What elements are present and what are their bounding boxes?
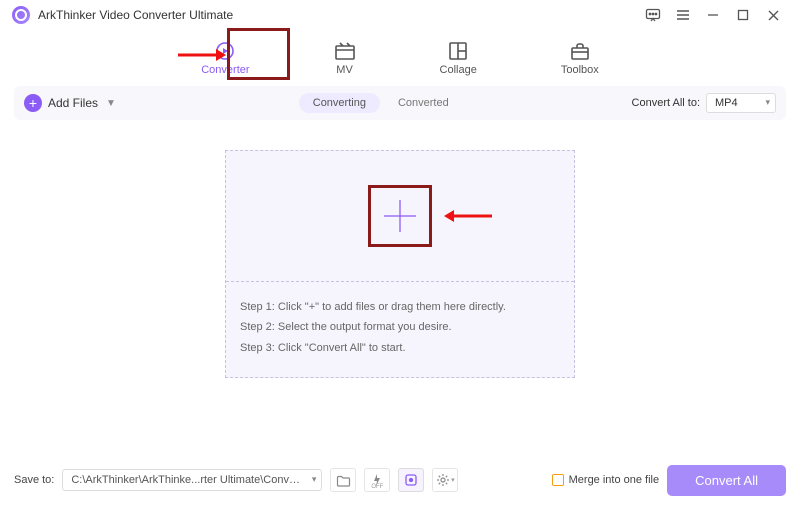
annotation-arrow-icon — [178, 48, 226, 67]
maximize-button[interactable] — [728, 0, 758, 30]
dropzone-upper — [226, 151, 574, 281]
status-tabs: Converting Converted — [299, 93, 449, 113]
dropzone[interactable]: Step 1: Click "+" to add files or drag t… — [225, 150, 575, 378]
checkbox-icon — [552, 474, 564, 486]
nav-mv[interactable]: MV — [322, 35, 368, 82]
app-title: ArkThinker Video Converter Ultimate — [38, 8, 233, 22]
add-files-plus[interactable] — [370, 186, 430, 246]
collage-icon — [447, 41, 469, 61]
save-path-dropdown[interactable]: C:\ArkThinker\ArkThinke...rter Ultimate\… — [62, 469, 322, 491]
step-text: Step 1: Click "+" to add files or drag t… — [240, 300, 560, 314]
footer: Save to: C:\ArkThinker\ArkThinke...rter … — [0, 453, 800, 507]
settings-button[interactable]: ▾ — [432, 468, 458, 492]
add-files-button[interactable]: + Add Files ▼ — [24, 94, 116, 112]
minimize-button[interactable] — [698, 0, 728, 30]
save-to-label: Save to: — [14, 474, 54, 486]
toolbox-icon — [569, 41, 591, 61]
merge-label: Merge into one file — [569, 474, 660, 486]
close-button[interactable] — [758, 0, 788, 30]
tab-converting[interactable]: Converting — [299, 93, 380, 113]
tab-converted[interactable]: Converted — [398, 97, 449, 109]
open-folder-button[interactable] — [330, 468, 356, 492]
hw-accel-button[interactable]: OFF — [364, 468, 390, 492]
chevron-down-icon: ▼ — [106, 98, 116, 109]
nav-toolbox[interactable]: Toolbox — [549, 35, 611, 82]
feedback-icon[interactable] — [638, 0, 668, 30]
annotation-arrow-icon — [444, 209, 492, 228]
nav-label: MV — [336, 64, 353, 76]
step-text: Step 3: Click "Convert All" to start. — [240, 341, 560, 355]
nav-label: Collage — [440, 64, 477, 76]
convert-all-to: Convert All to: MP4 — [632, 93, 776, 113]
convert-all-to-label: Convert All to: — [632, 97, 700, 109]
step-text: Step 2: Select the output format you des… — [240, 320, 560, 334]
high-speed-button[interactable] — [398, 468, 424, 492]
convert-all-button[interactable]: Convert All — [667, 465, 786, 496]
instructions: Step 1: Click "+" to add files or drag t… — [226, 281, 574, 377]
mv-icon — [334, 41, 356, 61]
main-nav: Converter MV Collage Toolbox — [0, 30, 800, 86]
titlebar: ArkThinker Video Converter Ultimate — [0, 0, 800, 30]
plus-icon: + — [24, 94, 42, 112]
merge-checkbox[interactable]: Merge into one file — [552, 474, 660, 486]
nav-collage[interactable]: Collage — [428, 35, 489, 82]
nav-label: Toolbox — [561, 64, 599, 76]
toolbar: + Add Files ▼ Converting Converted Conve… — [14, 86, 786, 120]
add-files-label: Add Files — [48, 96, 98, 110]
format-dropdown[interactable]: MP4 — [706, 93, 776, 113]
app-logo-icon — [12, 6, 30, 24]
menu-icon[interactable] — [668, 0, 698, 30]
